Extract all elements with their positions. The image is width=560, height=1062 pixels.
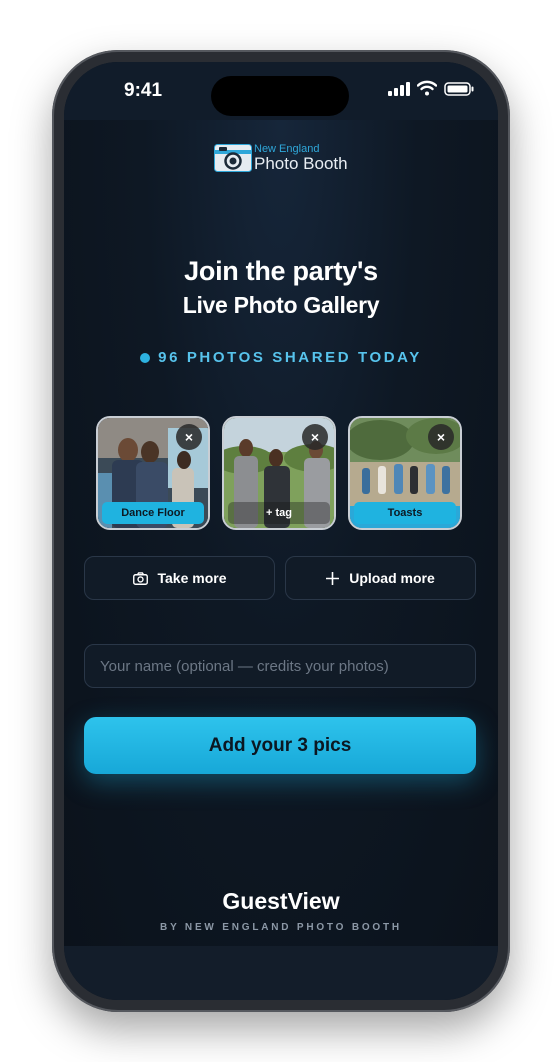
photo-thumbnail[interactable]: × Dance Floor: [96, 416, 210, 530]
page-subtitle: Live Photo Gallery: [182, 292, 380, 318]
take-more-button[interactable]: Take more: [84, 556, 275, 600]
screen: 9:41 New England Photo Booth Join the pa…: [64, 62, 498, 1000]
photo-thumbnail[interactable]: × Toasts: [348, 416, 462, 530]
shared-count-text: 96 PHOTOS SHARED TODAY: [158, 349, 422, 366]
battery-icon: [444, 82, 474, 96]
photo-tag-button[interactable]: Toasts: [354, 502, 456, 524]
footer-byline: BY NEW ENGLAND PHOTO BOOTH: [160, 922, 402, 933]
photo-thumbnail[interactable]: × + tag: [222, 416, 336, 530]
photo-actions: Take more Upload more: [84, 556, 476, 600]
camera-icon: [132, 571, 148, 585]
plus-icon: [326, 571, 340, 585]
logo: New England Photo Booth: [214, 144, 348, 172]
take-more-label: Take more: [157, 570, 227, 586]
status-time: 9:41: [124, 80, 163, 101]
signal-icon: [388, 82, 410, 96]
upload-more-label: Upload more: [349, 570, 435, 586]
main-content: New England Photo Booth Join the party's…: [64, 120, 498, 946]
add-pics-button[interactable]: Add your 3 pics: [84, 717, 476, 774]
dynamic-island: [211, 76, 349, 116]
logo-title: Photo Booth: [254, 154, 348, 173]
page-title: Join the party's: [184, 256, 378, 286]
name-input[interactable]: [84, 644, 476, 688]
live-dot-icon: [140, 352, 151, 363]
wifi-icon: [417, 80, 437, 96]
status-bar: 9:41: [64, 62, 498, 120]
remove-photo-button[interactable]: ×: [428, 424, 454, 450]
photo-thumbnails: × Dance Floor × + tag × Toasts: [96, 416, 462, 530]
phone-frame: 9:41 New England Photo Booth Join the pa…: [52, 50, 510, 1012]
home-indicator-area: [64, 946, 498, 1000]
remove-photo-button[interactable]: ×: [176, 424, 202, 450]
upload-more-button[interactable]: Upload more: [285, 556, 476, 600]
status-icons: [388, 80, 474, 96]
camera-logo-icon: [214, 144, 252, 172]
photo-tag-button[interactable]: Dance Floor: [102, 502, 204, 524]
add-tag-button[interactable]: + tag: [228, 502, 330, 524]
footer-brand: GuestView: [222, 888, 340, 914]
photos-shared-counter: 96 PHOTOS SHARED TODAY: [64, 349, 498, 366]
remove-photo-button[interactable]: ×: [302, 424, 328, 450]
